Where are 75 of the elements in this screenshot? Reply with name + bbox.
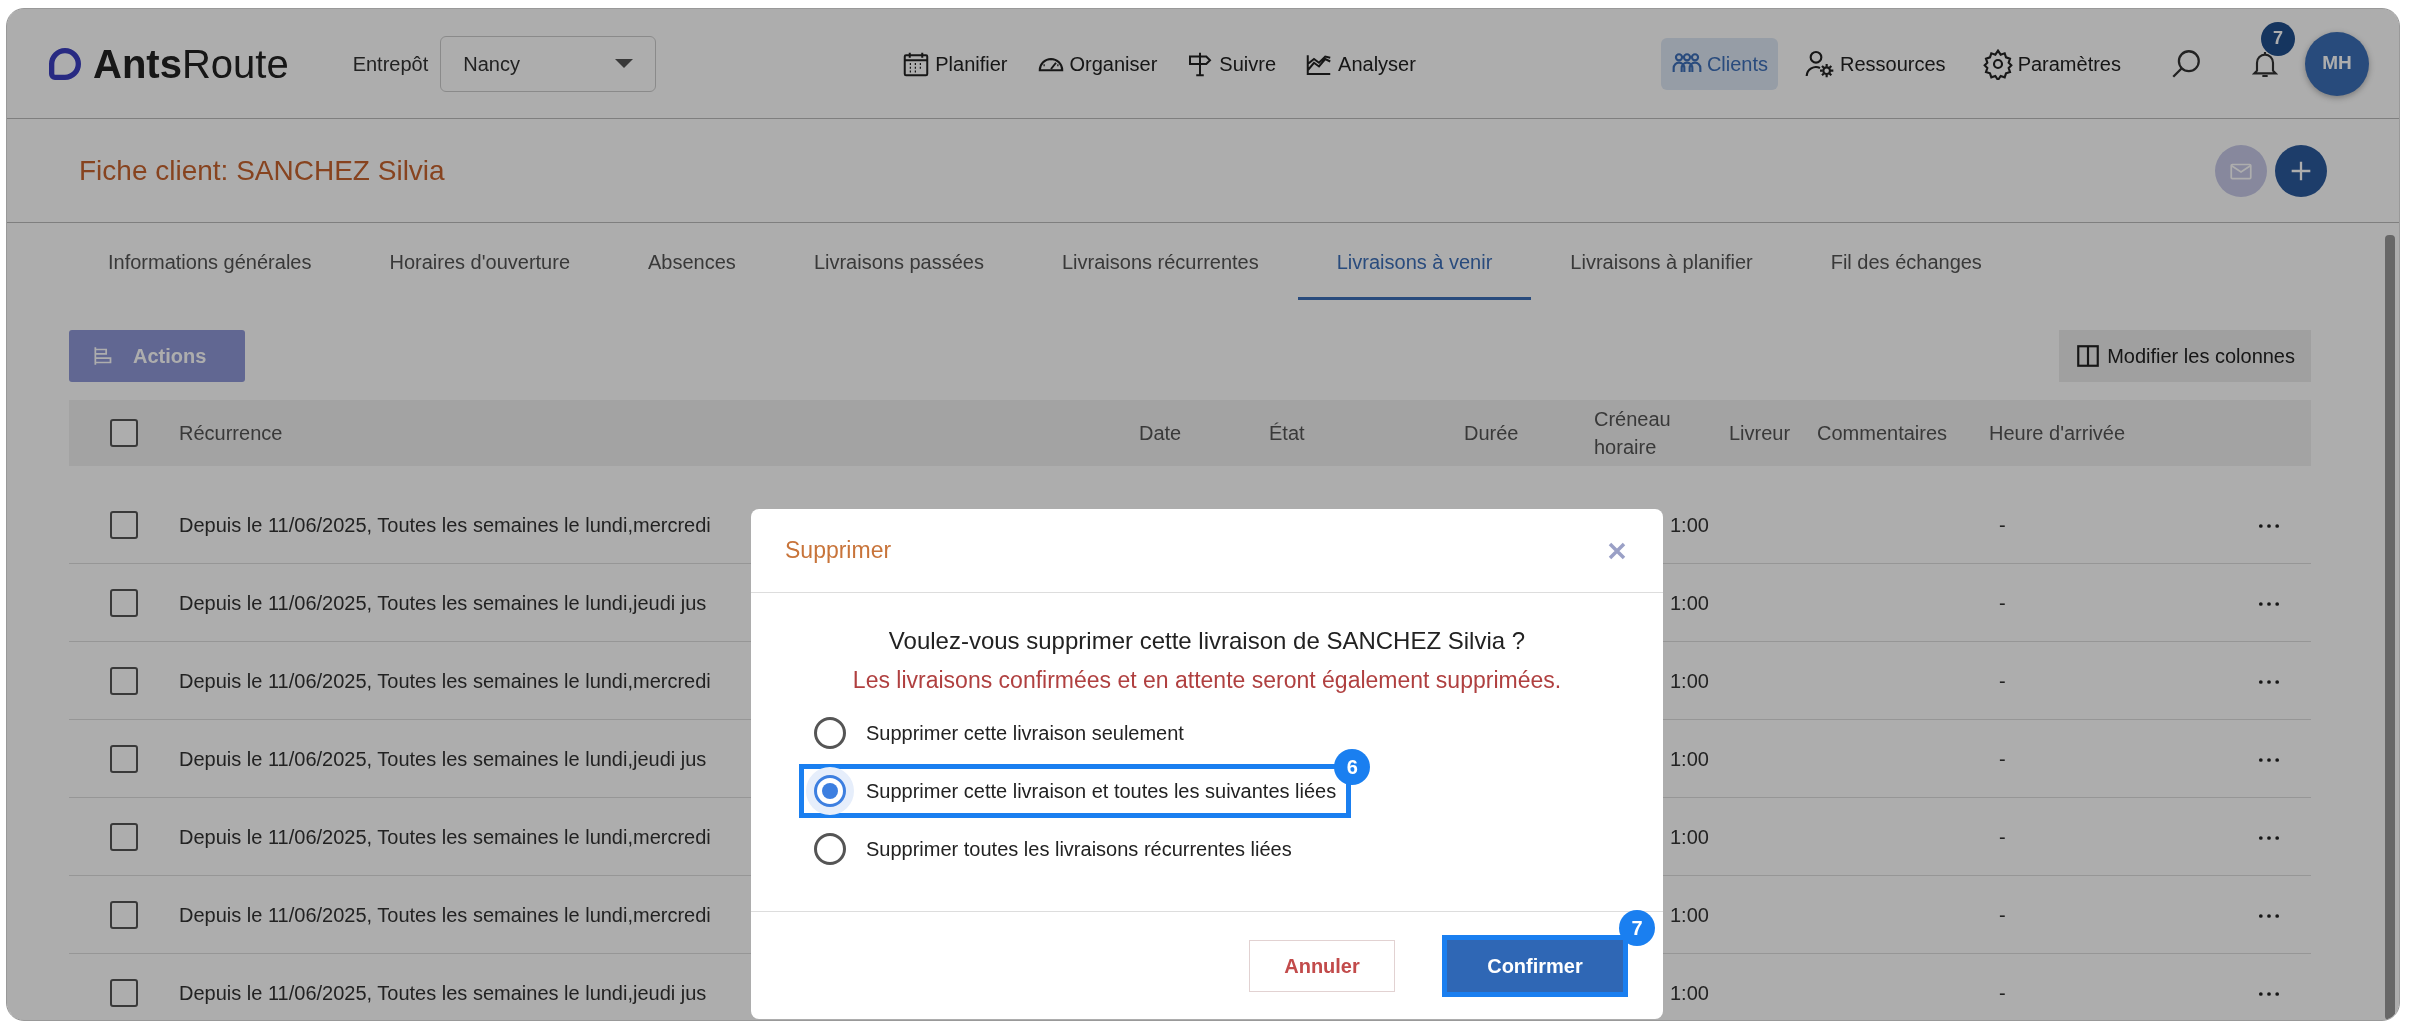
tab[interactable]: Informations générales [69,233,351,300]
caret-icon [615,59,634,68]
table-cell: Depuis le 11/06/2025, Toutes les semaines le lundi,jeudi jus [179,981,707,1004]
warehouse-label: Entrepôt [352,51,429,77]
row-checkbox[interactable] [110,822,138,851]
tab[interactable]: Livraisons à planifier [1531,233,1792,300]
cancel-button[interactable]: Annuler [1249,939,1395,992]
nav-link[interactable]: Suivre [1175,38,1287,89]
column-header: Durée [1464,421,1520,446]
table-cell: 1:00 [1670,903,1709,926]
nav-link[interactable]: Paramètres [1971,37,2131,90]
row-checkbox[interactable] [110,744,138,773]
tab[interactable]: Livraisons récurrentes [1022,233,1298,300]
notification-badge: 7 [2261,21,2295,56]
row-checkbox[interactable] [110,978,138,1007]
column-header: Heure d'arrivée [1989,421,2127,446]
table-cell: - [1999,591,2006,614]
column-header: Commentaires [1817,421,1949,446]
columns-icon [2075,343,2102,369]
row-checkbox[interactable] [110,510,138,539]
user-avatar[interactable]: MH [2305,31,2369,96]
nav-link[interactable]: Ressources [1794,37,1956,90]
row-checkbox[interactable] [110,666,138,695]
dialog-warning: Les livraisons confirmées et en attente seront également supprimées. [851,666,1563,695]
row-checkbox[interactable] [110,900,138,929]
table-cell: Depuis le 11/06/2025, Toutes les semaines le lundi,mercredi [179,825,711,848]
option-label: Supprimer cette livraison seulement [866,720,1184,746]
add-button[interactable] [2275,144,2327,197]
settings-icon [1981,47,2014,80]
table-cell: Depuis le 11/06/2025, Toutes les semaines le lundi,mercredi [179,513,711,536]
logo[interactable]: AntsRoute [45,43,289,84]
column-header: Récurrence [179,421,284,446]
nav-link[interactable]: Analyser [1294,38,1426,89]
columns-button[interactable]: Modifier les colonnes [2059,330,2311,382]
table-cell: - [1999,903,2006,926]
option-label: Supprimer cette livraison et toutes les suivantes liées [866,778,1337,804]
dialog-title: Supprimer [785,536,892,566]
table-cell: 1:00 [1670,825,1709,848]
page-title: Fiche client: SANCHEZ Silvia [79,153,445,188]
table-cell: - [1999,513,2006,536]
table-cell: - [1999,669,2006,692]
table-cell: Depuis le 11/06/2025, Toutes les semaines le lundi,jeudi jus [179,591,707,614]
nav-link[interactable]: Organiser [1025,38,1168,89]
table-cell: Depuis le 11/06/2025, Toutes les semaines le lundi,mercredi [179,669,711,692]
dialog-question: Voulez-vous supprimer cette livraison de SANCHEZ Silvia ? [887,626,1527,656]
table-cell: Depuis le 11/06/2025, Toutes les semaines le lundi,mercredi [179,903,711,926]
table-cell: Depuis le 11/06/2025, Toutes les semaines le lundi,jeudi jus [179,747,707,770]
tab[interactable]: Livraisons à venir [1297,233,1532,300]
warehouse-select[interactable]: Nancy [440,35,657,92]
table-cell: 1:00 [1670,513,1709,536]
table-cell: 1:00 [1670,669,1709,692]
select-all-checkbox[interactable] [110,419,138,447]
radio-button[interactable] [814,832,846,865]
table-cell: 1:00 [1670,591,1709,614]
column-header: Date [1139,421,1183,446]
step-badge: 6 [1334,748,1371,785]
column-header: Livreur [1729,421,1792,446]
column-header: Créneau horaire [1594,407,1672,460]
tab[interactable]: Livraisons passées [774,233,1023,300]
tab[interactable]: Horaires d'ouverture [350,233,610,300]
radio-button[interactable] [814,716,846,749]
table-cell: - [1999,825,2006,848]
option-label: Supprimer toutes les livraisons récurrentes liées [866,836,1292,862]
table-cell: - [1999,747,2006,770]
radio-option[interactable]: Supprimer toutes les livraisons récurrentes liées [799,821,1307,876]
table-cell: 1:00 [1670,981,1709,1004]
step-badge: 7 [1619,909,1655,946]
table-cell: - [1999,981,2006,1004]
nav-link[interactable]: Clients [1660,37,1778,90]
nav-link[interactable]: Planifier [891,38,1018,89]
table-cell: 1:00 [1670,747,1709,770]
column-header: État [1269,421,1306,446]
tab[interactable]: Absences [609,233,775,300]
row-checkbox[interactable] [110,588,138,617]
tab[interactable]: Fil des échanges [1791,233,2021,300]
